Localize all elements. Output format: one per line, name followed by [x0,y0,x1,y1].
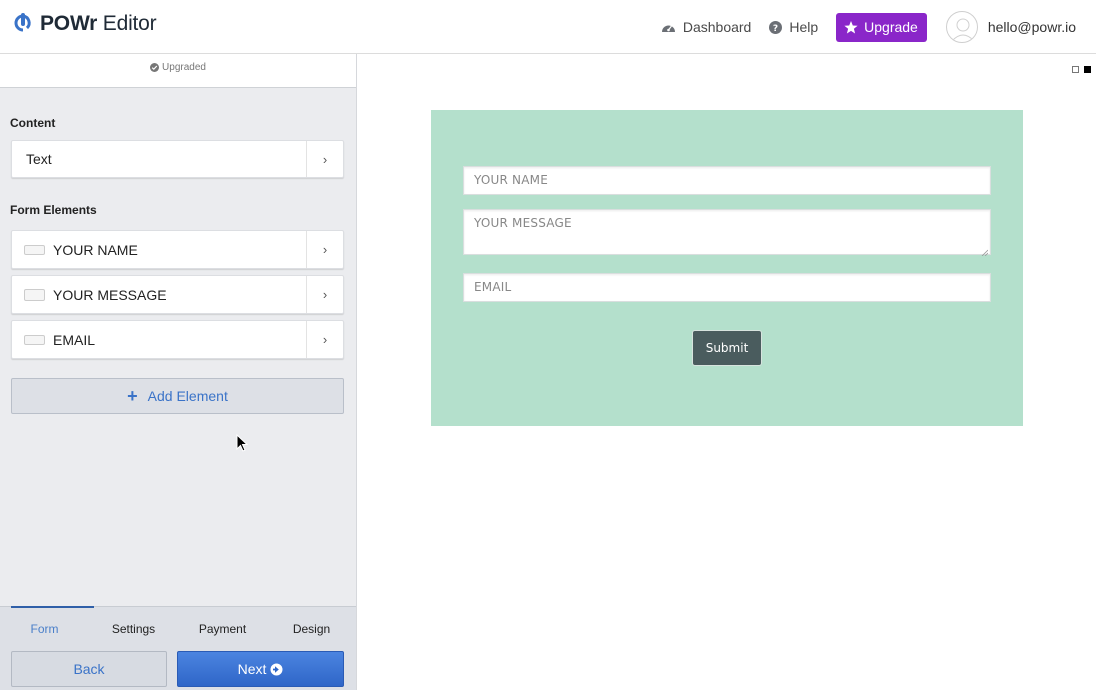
view-toggle-dark-icon[interactable] [1084,66,1091,73]
top-bar: POWr Editor Dashboard ? Help Upgrade hel… [0,0,1096,54]
question-circle-icon: ? [769,20,783,34]
form-element-label: YOUR NAME [53,241,138,258]
add-element-button[interactable]: + Add Element [11,378,344,414]
next-button[interactable]: Next [177,651,344,687]
help-link[interactable]: ? Help [769,19,818,35]
powr-logo-icon [14,13,32,35]
tab-form[interactable]: Form [0,606,94,644]
form-element-email[interactable]: EMAIL › [11,320,344,359]
plus-icon: + [127,385,138,406]
single-line-field-icon [24,244,45,255]
back-button[interactable]: Back [11,651,167,687]
editor-tabs: Form Settings Payment Design [0,606,356,644]
name-input[interactable]: YOUR NAME [463,166,991,195]
footer-buttons: Back Next [0,644,356,690]
upgraded-label: Upgraded [162,62,206,73]
form-element-your-message[interactable]: YOUR MESSAGE › [11,275,344,314]
preview-canvas: YOUR NAME YOUR MESSAGE EMAIL Submit [358,54,1096,690]
mouse-pointer-icon [236,433,249,457]
tab-payment[interactable]: Payment [178,607,267,644]
editor-sidebar: Upgraded Content Text › Form Elements YO… [0,54,357,690]
view-toggle-light-icon[interactable] [1072,66,1079,73]
dashboard-link[interactable]: Dashboard [661,19,752,35]
dashboard-label: Dashboard [682,19,752,35]
tab-settings[interactable]: Settings [89,607,178,644]
chevron-right-icon[interactable]: › [306,141,343,177]
content-section-title: Content [10,116,56,130]
add-element-label: Add Element [147,388,228,404]
dashboard-gauge-icon [661,21,676,33]
check-circle-icon [150,63,160,72]
form-elements-section-title: Form Elements [10,203,97,217]
resize-handle-icon[interactable] [981,245,989,257]
tab-design[interactable]: Design [267,607,356,644]
logo[interactable]: POWr Editor [14,12,157,36]
content-item-text[interactable]: Text › [11,140,344,178]
next-label: Next [237,661,267,677]
top-nav: Dashboard ? Help Upgrade hello@powr.io [661,11,1076,43]
content-item-label: Text [26,151,52,167]
avatar[interactable] [945,11,978,43]
message-textarea[interactable]: YOUR MESSAGE [463,209,991,257]
help-label: Help [789,19,819,35]
submit-button[interactable]: Submit [692,330,762,366]
user-email[interactable]: hello@powr.io [988,19,1076,35]
brand-title: POWr Editor [40,12,157,35]
form-preview-panel: YOUR NAME YOUR MESSAGE EMAIL Submit [431,110,1023,426]
chevron-right-icon[interactable]: › [306,231,343,268]
arrow-circle-right-icon [270,663,283,676]
chevron-right-icon[interactable]: › [306,276,343,313]
message-placeholder: YOUR MESSAGE [474,216,572,230]
chevron-right-icon[interactable]: › [306,321,343,358]
star-icon [844,20,858,34]
upgrade-button[interactable]: Upgrade [836,12,927,42]
svg-text:?: ? [773,24,778,34]
email-field-icon [24,334,45,345]
form-element-label: YOUR MESSAGE [53,286,167,303]
form-element-your-name[interactable]: YOUR NAME › [11,230,344,269]
upgraded-status: Upgraded [0,54,356,88]
form-element-label: EMAIL [53,331,96,348]
email-input[interactable]: EMAIL [463,273,991,302]
upgrade-label: Upgrade [864,19,918,35]
multi-line-field-icon [24,288,45,301]
